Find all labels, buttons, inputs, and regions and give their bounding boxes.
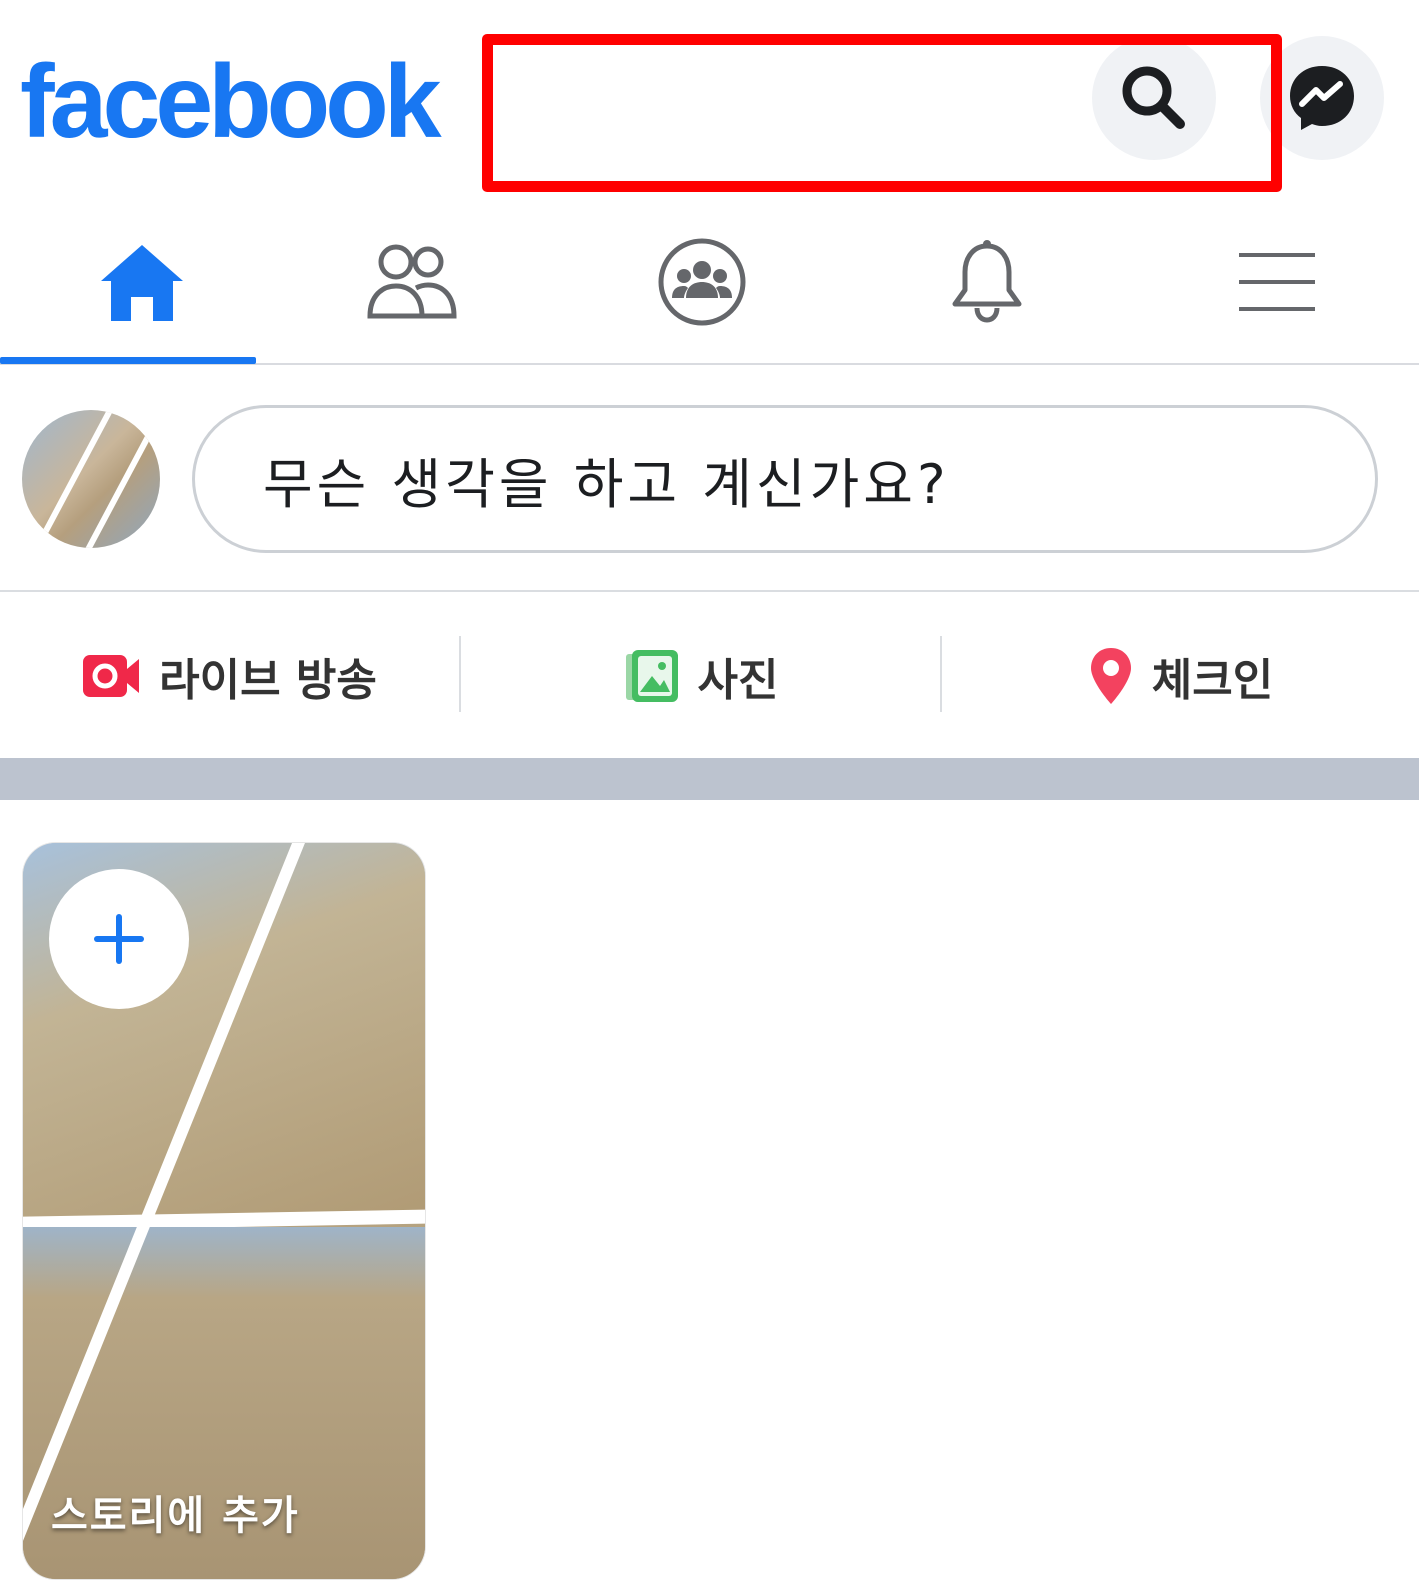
friends-icon bbox=[366, 244, 457, 318]
photo-icon bbox=[625, 650, 678, 702]
add-story-button[interactable] bbox=[49, 869, 189, 1009]
live-video-button[interactable]: 라이브 방송 bbox=[0, 594, 460, 758]
profile-avatar[interactable] bbox=[22, 410, 160, 548]
menu-icon bbox=[1238, 252, 1315, 311]
groups-icon bbox=[658, 238, 745, 325]
tab-notifications[interactable] bbox=[845, 200, 1128, 363]
check-in-button[interactable]: 체크인 bbox=[942, 594, 1419, 758]
tab-groups[interactable] bbox=[560, 200, 843, 363]
main-tab-bar bbox=[0, 200, 1419, 365]
messenger-icon bbox=[1290, 66, 1354, 130]
section-separator bbox=[0, 758, 1419, 800]
search-highlight-box bbox=[482, 34, 1282, 192]
active-tab-indicator bbox=[0, 357, 256, 364]
add-story-label: 스토리에 추가 bbox=[51, 1493, 300, 1539]
facebook-logo[interactable]: facebook bbox=[20, 50, 442, 154]
live-video-label: 라이브 방송 bbox=[159, 655, 377, 706]
photo-label: 사진 bbox=[697, 655, 779, 706]
notifications-bell-icon bbox=[952, 239, 1021, 323]
tab-home[interactable] bbox=[0, 200, 283, 364]
check-in-label: 체크인 bbox=[1151, 655, 1274, 706]
facebook-mobile-home: facebook 무슨 생각을 하고 계신가요? 라이브 방송 사진 체크인 스… bbox=[0, 0, 1419, 1589]
photo-button[interactable]: 사진 bbox=[461, 594, 941, 758]
plus-icon bbox=[94, 914, 144, 964]
add-story-card[interactable]: 스토리에 추가 bbox=[22, 842, 426, 1580]
tab-friends[interactable] bbox=[270, 200, 553, 363]
tab-menu[interactable] bbox=[1135, 200, 1418, 363]
post-composer: 무슨 생각을 하고 계신가요? bbox=[0, 367, 1419, 592]
live-video-icon bbox=[83, 655, 140, 697]
composer-actions: 라이브 방송 사진 체크인 bbox=[0, 594, 1419, 758]
home-icon bbox=[100, 244, 183, 321]
avatar-collage-divider bbox=[28, 410, 118, 548]
top-header: facebook bbox=[0, 0, 1419, 200]
whats-on-your-mind-input[interactable]: 무슨 생각을 하고 계신가요? bbox=[192, 405, 1378, 553]
avatar-collage-divider bbox=[80, 410, 160, 548]
location-pin-icon bbox=[1090, 648, 1131, 704]
